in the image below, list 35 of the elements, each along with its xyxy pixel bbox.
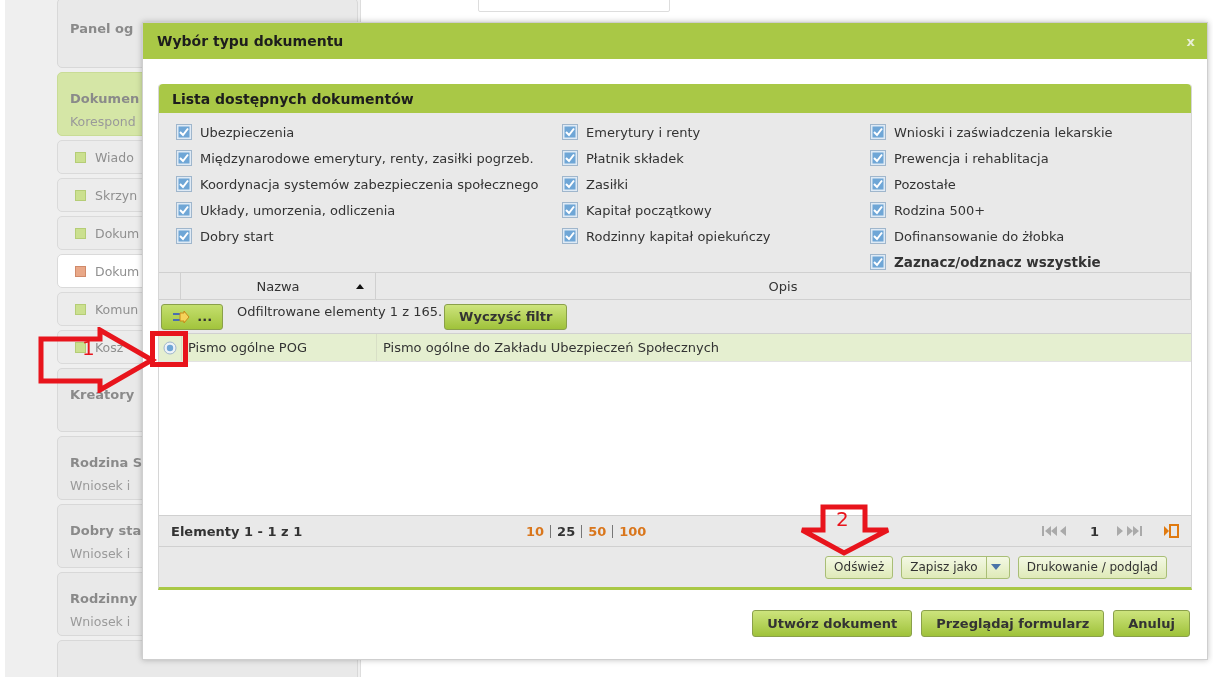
card-title: Panel og xyxy=(70,21,134,36)
card-title: Rodzina S xyxy=(70,455,143,470)
page-number: 1 xyxy=(1089,523,1099,539)
checkbox-label: Międzynarodowe emerytury, renty, zasiłki pogrzeb. xyxy=(200,150,534,166)
checkbox-label: Zasiłki xyxy=(586,176,629,192)
dialog-title: Wybór typu dokumentu xyxy=(157,33,344,49)
card-subtitle: Wniosek i xyxy=(70,478,131,493)
card-title: Kreatory xyxy=(70,387,135,402)
checkbox-label: Pozostałe xyxy=(894,176,956,192)
checkbox-label: Koordynacja systemów zabezpieczenia społecznego xyxy=(200,176,539,192)
pager-summary: Elementy 1 - 1 z 1 xyxy=(171,523,304,539)
checkbox-label: Prewencja i rehablitacja xyxy=(894,150,1049,166)
checkbox-label: Wnioski i zaświadczenia lekarskie xyxy=(894,124,1113,140)
table-cell: Pismo ogólne POG xyxy=(188,340,307,355)
checkbox-label: Rodzina 500+ xyxy=(894,202,986,218)
checkbox-label: Dobry start xyxy=(200,228,274,244)
checkbox-label: Układy, umorzenia, odliczenia xyxy=(200,202,396,218)
checkbox-label: Płatnik składek xyxy=(586,150,684,166)
card-subtitle: Korespond xyxy=(70,114,136,129)
checkbox-label: Ubezpieczenia xyxy=(200,124,295,140)
checkbox-label: Dofinansowanie do żłobka xyxy=(894,228,1065,244)
card-title: Rodzinny xyxy=(70,591,138,606)
panel-header: Lista dostępnych dokumentów xyxy=(159,84,1191,113)
table-cell: Pismo ogólne do Zakładu Ubezpieczeń Społecznych xyxy=(383,340,720,355)
checkbox-label: Kapitał początkowy xyxy=(586,202,712,218)
filter-status: Odfiltrowane elementy 1 z 165. xyxy=(237,304,443,319)
checkbox-label: Rodzinny kapitał opiekuńczy xyxy=(586,228,771,244)
card-subtitle: Wniosek i xyxy=(70,614,131,629)
checkbox-label: Emerytury i renty xyxy=(586,124,701,140)
card-title: Dobry sta xyxy=(70,523,142,538)
annotation-number: 1 xyxy=(82,338,95,358)
checkbox-label: Zaznacz/odznacz wszystkie xyxy=(894,254,1101,270)
card-subtitle: Wniosek i xyxy=(70,546,131,561)
annotation-number: 2 xyxy=(836,509,849,529)
card-title: Dokumen xyxy=(70,91,140,106)
